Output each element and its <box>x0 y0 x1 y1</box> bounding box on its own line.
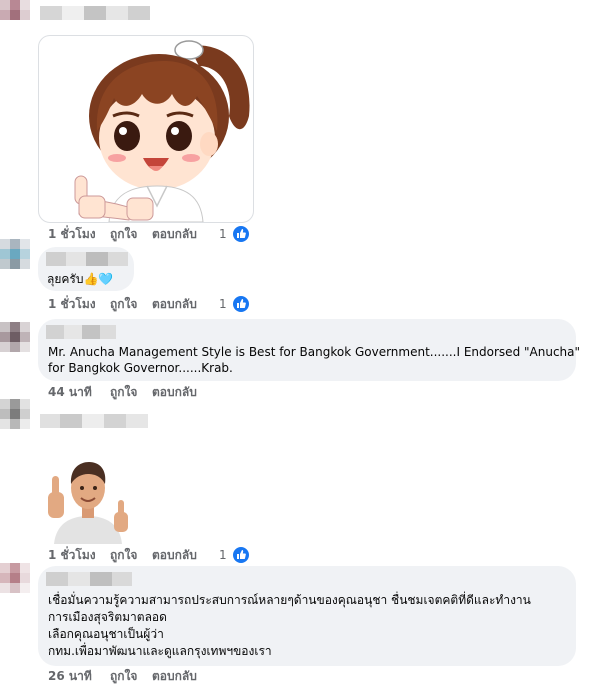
comment-meta: 1 ชั่วโมง ถูกใจ ตอบกลับ <box>48 296 248 312</box>
reaction-summary[interactable]: 1 <box>219 546 251 564</box>
comment-text: เชื่อมั่นความรู้ความสามารถประสบการณ์หลาย… <box>48 592 572 660</box>
avatar-blurred[interactable] <box>0 563 30 593</box>
comment-meta: 1 ชั่วโมง ถูกใจ ตอบกลับ <box>48 547 248 563</box>
like-button[interactable]: ถูกใจ <box>110 547 137 563</box>
comment-meta: 26 นาที ถูกใจ ตอบกลับ <box>48 668 248 684</box>
reply-button[interactable]: ตอบกลับ <box>152 226 197 242</box>
like-icon <box>233 226 249 242</box>
avatar-blurred[interactable] <box>0 322 30 352</box>
avatar-blurred[interactable] <box>0 399 30 429</box>
like-button[interactable]: ถูกใจ <box>110 384 137 400</box>
3d-man-thumbs-up-sticker[interactable] <box>44 452 132 544</box>
comment-text: Mr. Anucha Management Style is Best for … <box>48 344 581 376</box>
sticker-cartoon-girl[interactable] <box>38 35 254 223</box>
commenter-name-blurred[interactable] <box>46 252 128 266</box>
commenter-name-blurred[interactable] <box>46 325 116 339</box>
reaction-summary[interactable]: 1 <box>219 225 251 243</box>
commenter-name-blurred[interactable] <box>46 572 132 586</box>
timestamp-link[interactable]: 44 นาที <box>48 384 92 400</box>
like-button[interactable]: ถูกใจ <box>110 296 137 312</box>
comment-text: ลุยครับ👍🩵 <box>47 272 114 286</box>
avatar-blurred[interactable] <box>0 239 30 269</box>
comment-text-line: Mr. Anucha Management Style is Best for … <box>48 345 581 359</box>
cartoon-girl-thumbs-up-sticker <box>74 40 250 222</box>
reaction-count: 1 <box>219 297 227 311</box>
comment-meta: 44 นาที ถูกใจ ตอบกลับ <box>48 384 248 400</box>
timestamp-link[interactable]: 1 ชั่วโมง <box>48 226 96 242</box>
like-button[interactable]: ถูกใจ <box>110 668 137 684</box>
reaction-count: 1 <box>219 227 227 241</box>
reply-button[interactable]: ตอบกลับ <box>152 668 197 684</box>
commenter-name-blurred[interactable] <box>40 6 150 20</box>
like-button[interactable]: ถูกใจ <box>110 226 137 242</box>
reply-button[interactable]: ตอบกลับ <box>152 296 197 312</box>
comment-text-line: เลือกคุณอนุชาเป็นผู้ว่า <box>48 627 164 641</box>
comment-text-line: กทม.เพื่อมาพัฒนาและดูแลกรุงเทพฯของเรา <box>48 644 272 658</box>
avatar-blurred[interactable] <box>0 0 30 30</box>
like-icon <box>233 547 249 563</box>
comment-text-line: for Bangkok Governor......Krab. <box>48 361 233 375</box>
reaction-count: 1 <box>219 548 227 562</box>
reaction-summary[interactable]: 1 <box>219 295 251 313</box>
reply-button[interactable]: ตอบกลับ <box>152 384 197 400</box>
comment-meta: 1 ชั่วโมง ถูกใจ ตอบกลับ <box>48 226 248 242</box>
timestamp-link[interactable]: 26 นาที <box>48 668 92 684</box>
like-icon <box>233 296 249 312</box>
timestamp-link[interactable]: 1 ชั่วโมง <box>48 296 96 312</box>
commenter-name-blurred[interactable] <box>40 414 148 428</box>
comment-text-line: เชื่อมั่นความรู้ความสามารถประสบการณ์หลาย… <box>48 593 531 607</box>
timestamp-link[interactable]: 1 ชั่วโมง <box>48 547 96 563</box>
reply-button[interactable]: ตอบกลับ <box>152 547 197 563</box>
comment-text-line: การเมืองสุจริตมาตลอด <box>48 610 167 624</box>
